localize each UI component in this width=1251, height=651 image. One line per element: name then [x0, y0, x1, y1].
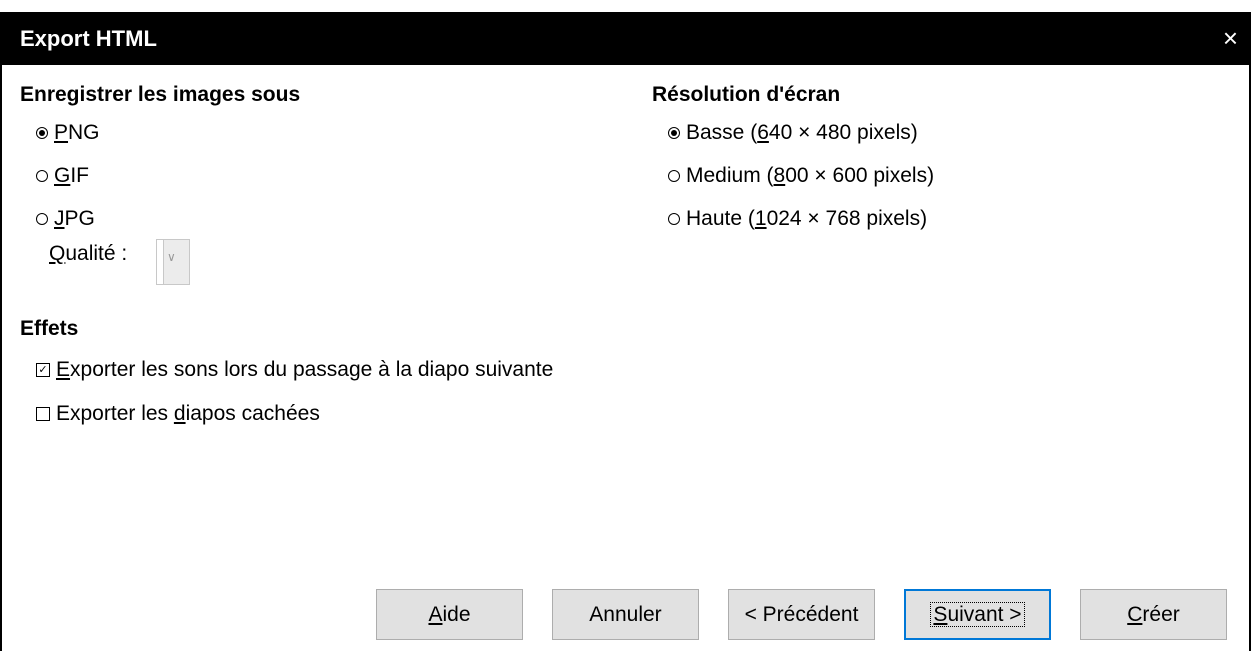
radio-high-indicator[interactable]: [668, 213, 680, 225]
radio-resolution-medium[interactable]: Medium (800 × 600 pixels): [668, 164, 934, 188]
checkbox-export-hidden[interactable]: Exporter les diapos cachées: [36, 402, 320, 426]
checkbox-sounds-box[interactable]: ✓: [36, 363, 50, 377]
title-bar: Export HTML ×: [0, 12, 1251, 65]
images-heading: Enregistrer les images sous: [20, 83, 301, 106]
radio-jpg-indicator[interactable]: [36, 213, 48, 225]
checkbox-hidden-box[interactable]: [36, 407, 50, 421]
quality-spinbox[interactable]: ∨: [156, 239, 190, 285]
resolution-heading: Résolution d'écran: [652, 83, 841, 106]
radio-low-label: Basse (640 × 480 pixels): [686, 121, 918, 144]
radio-high-label: Haute (1024 × 768 pixels): [686, 207, 928, 230]
chevron-down-icon[interactable]: ∨: [167, 250, 176, 264]
radio-png-indicator[interactable]: [36, 127, 48, 139]
radio-jpg-label: JPG: [54, 207, 95, 230]
dialog-body: Enregistrer les images sous PNG GIF JPG …: [0, 65, 1251, 651]
radio-jpg[interactable]: JPG: [36, 207, 95, 231]
checkbox-export-sounds[interactable]: ✓ Exporter les sons lors du passage à la…: [36, 358, 553, 382]
previous-button[interactable]: < Précédent: [728, 589, 875, 640]
quality-input[interactable]: [157, 240, 164, 284]
radio-resolution-high[interactable]: Haute (1024 × 768 pixels): [668, 207, 927, 231]
effects-heading: Effets: [20, 317, 79, 340]
top-strip: [0, 0, 1251, 12]
radio-png-label: PNG: [54, 121, 100, 144]
window-title: Export HTML: [20, 26, 157, 51]
help-button[interactable]: Aide: [376, 589, 523, 640]
radio-medium-indicator[interactable]: [668, 170, 680, 182]
cancel-button[interactable]: Annuler: [552, 589, 699, 640]
radio-low-indicator[interactable]: [668, 127, 680, 139]
checkbox-sounds-label: Exporter les sons lors du passage à la d…: [56, 358, 554, 381]
radio-resolution-low[interactable]: Basse (640 × 480 pixels): [668, 121, 918, 145]
radio-gif-indicator[interactable]: [36, 170, 48, 182]
next-button[interactable]: Suivant >: [904, 589, 1051, 640]
create-button[interactable]: Créer: [1080, 589, 1227, 640]
radio-medium-label: Medium (800 × 600 pixels): [686, 164, 935, 187]
checkbox-hidden-label: Exporter les diapos cachées: [56, 402, 320, 425]
radio-png[interactable]: PNG: [36, 121, 100, 145]
radio-gif-label: GIF: [54, 164, 90, 187]
next-button-label: Suivant >: [930, 602, 1025, 627]
quality-label: Qualité :: [49, 242, 128, 265]
radio-gif[interactable]: GIF: [36, 164, 89, 188]
close-icon[interactable]: ×: [1210, 12, 1251, 65]
